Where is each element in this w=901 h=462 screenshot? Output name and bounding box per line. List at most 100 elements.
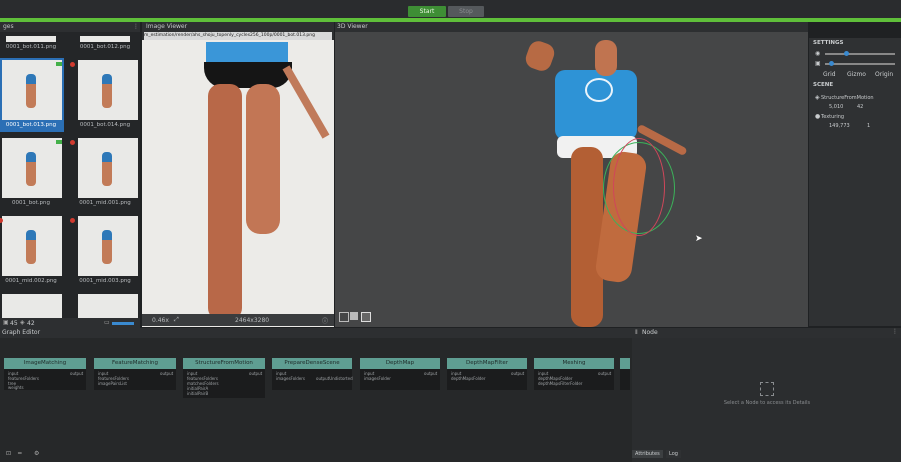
fit-icon[interactable]: ⤢ xyxy=(174,316,179,324)
fit-graph-icon[interactable]: ⊡ xyxy=(6,450,11,457)
layout-icon[interactable]: ═ xyxy=(18,450,22,457)
node-meshing[interactable]: Meshing input depthMapsFolder depthMapsF… xyxy=(534,358,614,390)
thumbnail-partial[interactable] xyxy=(80,36,130,42)
thumbnail[interactable] xyxy=(78,216,138,276)
port-label: output xyxy=(511,371,525,376)
node-depth-map-filter[interactable]: DepthMapFilter input depthMapsFolder out… xyxy=(447,358,527,390)
node-prepare-dense-scene[interactable]: PrepareDenseScene input imagesFolders ou… xyxy=(272,358,353,390)
zoom-level: 0.46x xyxy=(152,317,169,324)
thumbnail-partial[interactable] xyxy=(6,36,56,42)
sfm-label[interactable]: StructureFromMotion xyxy=(821,95,874,101)
camera-icon: ▣ xyxy=(3,319,9,326)
sfm-cameras: 5,010 xyxy=(829,104,844,110)
mesh-head xyxy=(595,40,617,76)
thumbnail-size-slider[interactable] xyxy=(112,322,134,325)
mesh-logo xyxy=(585,78,613,102)
image-path-field[interactable]: m_estimation/render/ahs_shoju_topenly_cy… xyxy=(144,32,332,40)
tab-attributes[interactable]: Attributes xyxy=(632,450,663,458)
port-label: imagePairsList xyxy=(98,381,127,386)
thumbnail[interactable] xyxy=(2,216,62,276)
camera-scale-icon: ▣ xyxy=(815,60,821,67)
node-title: ImageMatching xyxy=(4,358,86,369)
stop-button[interactable]: Stop xyxy=(448,6,484,17)
node-depth-map[interactable]: DepthMap input imagesFolder output xyxy=(360,358,440,390)
slider-handle[interactable] xyxy=(844,51,849,56)
start-button[interactable]: Start xyxy=(408,6,446,17)
select-node-icon xyxy=(760,382,774,396)
mesh-leg-left xyxy=(571,147,603,327)
view-mode-icon[interactable] xyxy=(339,312,349,322)
arm-image xyxy=(282,65,330,139)
node-image-matching[interactable]: ImageMatching input featuresFolders tree… xyxy=(4,358,86,390)
thumbnail[interactable] xyxy=(2,138,62,198)
thumbnail[interactable] xyxy=(78,138,138,198)
node-feature-matching[interactable]: FeatureMatching input featuresFolders im… xyxy=(94,358,176,390)
3d-viewer-header: 3D Viewer xyxy=(335,22,808,32)
thumbnail-label: 0001_mid.001.png xyxy=(79,200,131,206)
info-icon[interactable]: ⓘ xyxy=(322,316,328,325)
image-viewer xyxy=(142,22,334,327)
figure-image xyxy=(102,230,112,264)
panel-menu-icon[interactable]: ⋮ xyxy=(133,23,139,30)
scene-title: SCENE xyxy=(813,82,834,88)
port-label: output xyxy=(160,371,174,376)
graph-editor[interactable] xyxy=(0,328,632,462)
origin-toggle[interactable]: Origin xyxy=(875,71,893,78)
port-label: imagesFolders xyxy=(276,376,305,381)
reconstructed-count: 42 xyxy=(27,320,35,327)
node-title: DepthMap xyxy=(360,358,440,369)
solid-mode-icon[interactable] xyxy=(350,312,358,320)
gizmo-ring-red[interactable] xyxy=(613,138,665,236)
not-reconstructed-icon xyxy=(70,218,75,223)
texturing-label[interactable]: Texturing xyxy=(821,114,844,120)
3d-viewer[interactable]: ➤ xyxy=(335,22,808,327)
thumbnail-label: 0001_mid.002.png xyxy=(5,278,57,284)
textured-mode-icon[interactable] xyxy=(361,312,371,322)
thumbnail[interactable] xyxy=(78,60,138,120)
port-label: depthMapsFolder xyxy=(451,376,486,381)
port-label: output xyxy=(424,371,438,376)
gizmo-toggle[interactable]: Gizmo xyxy=(847,71,866,78)
gear-icon[interactable]: ⚙ xyxy=(34,450,39,457)
node-title: PrepareDenseScene xyxy=(272,358,352,369)
slider-handle[interactable] xyxy=(829,61,834,66)
thumbnail[interactable] xyxy=(2,294,62,318)
reconstructed-count-icon: ◈ xyxy=(20,319,25,326)
thumbnail[interactable] xyxy=(2,60,62,120)
mesh-icon: ● xyxy=(815,113,821,120)
figure-image xyxy=(26,230,36,264)
graph-editor-header: Graph Editor xyxy=(0,328,632,338)
port-label: initialPairB xyxy=(187,391,209,396)
image-viewer-footer: 0.46x ⤢ 2464x3280 ⓘ xyxy=(142,314,334,326)
node-panel-header xyxy=(632,328,901,338)
panel-menu-icon[interactable]: ⋮ xyxy=(892,328,898,335)
figure-image xyxy=(102,74,112,108)
thumbnail-label: 0001_bot.012.png xyxy=(79,44,131,50)
node-partial[interactable] xyxy=(620,358,630,390)
tab-log[interactable]: Log xyxy=(666,450,681,458)
camera-icon: ◈ xyxy=(815,94,820,101)
node-panel: ⫴ Node ⋮ Select a Node to access its Det… xyxy=(632,328,901,462)
node-panel-title: Node xyxy=(642,329,658,336)
images-panel-title: ges xyxy=(0,22,140,32)
port-label: weights xyxy=(8,385,24,390)
texturing-count-b: 1 xyxy=(867,123,871,129)
node-title: FeatureMatching xyxy=(94,358,176,369)
node-title: DepthMapFilter xyxy=(447,358,527,369)
leg-left-image xyxy=(208,84,242,320)
not-reconstructed-icon xyxy=(70,140,75,145)
port-label: depthMapsFilterFolder xyxy=(538,381,583,386)
not-reconstructed-icon xyxy=(70,62,75,67)
mesh-arm-left xyxy=(522,38,558,74)
grid-toggle[interactable]: Grid xyxy=(823,71,836,78)
reconstructed-icon xyxy=(56,140,62,144)
settings-panel: SETTINGS ◉ ▣ Grid Gizmo Origin SCENE ◈ S… xyxy=(809,38,901,326)
images-panel: ges ⋮ 0001_bot.011.png 0001_bot.012.png … xyxy=(0,22,140,330)
camera-scale-slider[interactable] xyxy=(825,63,895,65)
settings-title: SETTINGS xyxy=(813,40,844,46)
thumbnail[interactable] xyxy=(78,294,138,318)
point-size-slider[interactable] xyxy=(825,53,895,55)
thumbnail-label: 0001_bot.014.png xyxy=(79,122,131,128)
node-structure-from-motion[interactable]: StructureFromMotion input featuresFolder… xyxy=(183,358,265,398)
figure-image xyxy=(102,152,112,186)
